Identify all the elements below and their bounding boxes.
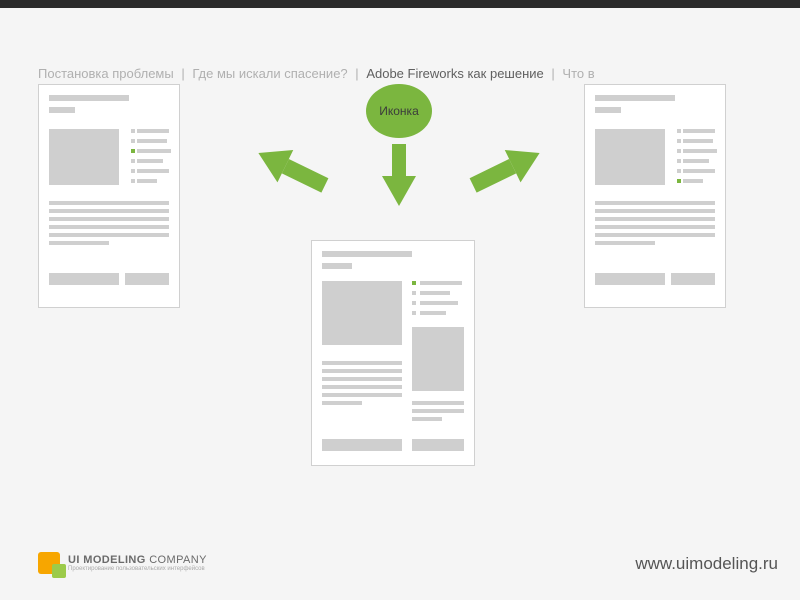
company-logo: UI MODELING COMPANY Проектирование польз…	[38, 552, 207, 574]
company-name: UI MODELING COMPANY	[68, 554, 207, 566]
breadcrumb-item-active: Adobe Fireworks как решение	[366, 66, 543, 81]
icon-circle: Иконка	[366, 84, 432, 138]
company-tagline: Проектирование пользовательских интерфей…	[68, 566, 207, 572]
breadcrumb-separator: |	[551, 66, 554, 81]
icon-circle-label: Иконка	[379, 104, 419, 118]
breadcrumb-separator: |	[181, 66, 184, 81]
breadcrumb-item: Где мы искали спасение?	[192, 66, 347, 81]
page-thumb-center	[311, 240, 475, 466]
breadcrumb-item: Постановка проблемы	[38, 66, 174, 81]
slide-top-bar	[0, 0, 800, 8]
page-thumb-left	[38, 84, 180, 308]
arrow-left-icon	[254, 142, 332, 200]
arrow-right-icon	[466, 142, 544, 200]
breadcrumb-item: Что в	[562, 66, 594, 81]
breadcrumb-separator: |	[355, 66, 358, 81]
page-thumb-right	[584, 84, 726, 308]
footer-url: www.uimodeling.ru	[635, 554, 778, 574]
arrow-down-icon	[382, 144, 416, 206]
breadcrumb: Постановка проблемы | Где мы искали спас…	[38, 66, 595, 81]
company-logo-icon	[38, 552, 60, 574]
